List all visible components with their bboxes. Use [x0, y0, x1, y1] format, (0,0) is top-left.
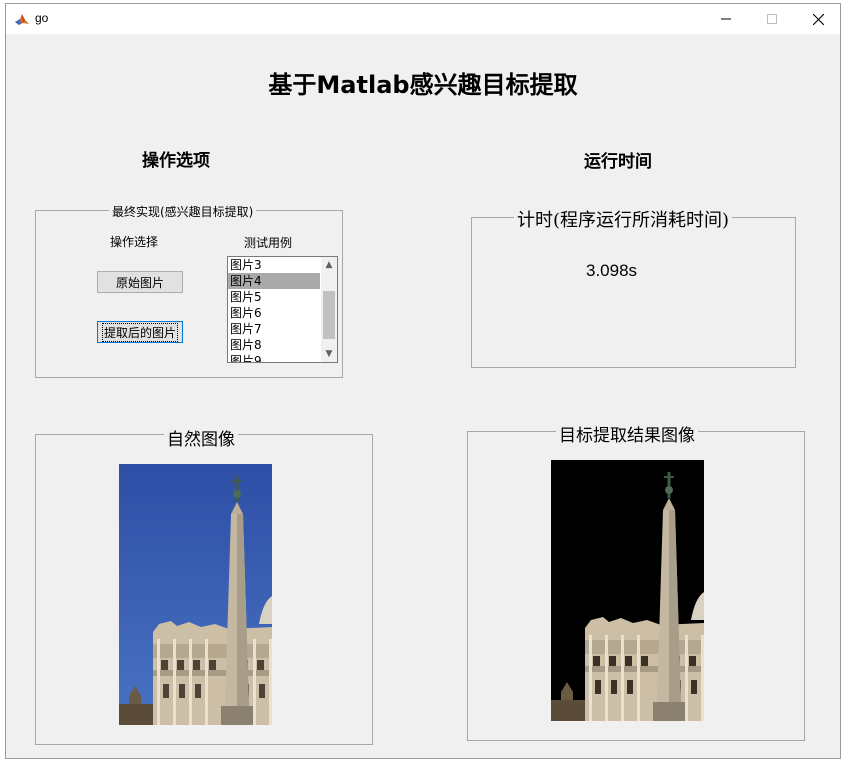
minimize-button[interactable] — [703, 4, 749, 34]
close-icon — [812, 13, 824, 25]
result-image — [551, 460, 704, 721]
title-bar[interactable]: go — [6, 4, 840, 34]
test-case-label: 测试用例 — [244, 236, 293, 250]
figure-window: go 基于Matlab感兴趣目标提取 操作选项 运行时间 最终实现(感兴趣目标提… — [5, 3, 841, 759]
list-item-selected[interactable]: 图片4 — [228, 273, 320, 289]
maximize-button[interactable] — [749, 4, 795, 34]
natural-image — [119, 464, 272, 725]
runtime-heading: 运行时间 — [584, 152, 652, 172]
timing-legend: 计时(程序运行所消耗时间) — [514, 206, 733, 232]
list-item[interactable]: 图片9 — [228, 353, 320, 362]
list-item[interactable]: 图片3 — [228, 257, 320, 273]
matlab-icon — [14, 11, 30, 27]
original-image-button[interactable]: 原始图片 — [97, 271, 183, 293]
list-item[interactable]: 图片6 — [228, 305, 320, 321]
test-case-listbox[interactable]: 图片3 图片4 图片5 图片6 图片7 图片8 图片9 ▲ ▼ — [227, 256, 338, 363]
timing-panel — [471, 217, 796, 368]
chevron-down-icon[interactable]: ▼ — [321, 346, 337, 362]
natural-image-legend: 自然图像 — [164, 425, 238, 450]
original-image-button-label: 原始图片 — [115, 275, 164, 290]
close-button[interactable] — [795, 4, 841, 34]
minimize-icon — [721, 18, 731, 20]
listbox-scrollbar[interactable]: ▲ ▼ — [321, 257, 337, 362]
final-implementation-legend: 最终实现(感兴趣目标提取) — [109, 203, 257, 220]
main-title: 基于Matlab感兴趣目标提取 — [268, 71, 578, 99]
extracted-image-button-label: 提取后的图片 — [101, 322, 178, 342]
result-image-legend: 目标提取结果图像 — [556, 421, 698, 446]
window-title: go — [35, 11, 49, 25]
list-item[interactable]: 图片7 — [228, 321, 320, 337]
list-item[interactable]: 图片8 — [228, 337, 320, 353]
elapsed-time-value: 3.098s — [586, 261, 638, 280]
scrollbar-thumb[interactable] — [323, 291, 335, 339]
extracted-image-button[interactable]: 提取后的图片 — [97, 321, 183, 343]
operation-select-label: 操作选择 — [110, 235, 159, 249]
list-item[interactable]: 图片5 — [228, 289, 320, 305]
chevron-up-icon[interactable]: ▲ — [321, 257, 337, 273]
operations-heading: 操作选项 — [142, 151, 210, 171]
maximize-icon — [767, 14, 777, 24]
